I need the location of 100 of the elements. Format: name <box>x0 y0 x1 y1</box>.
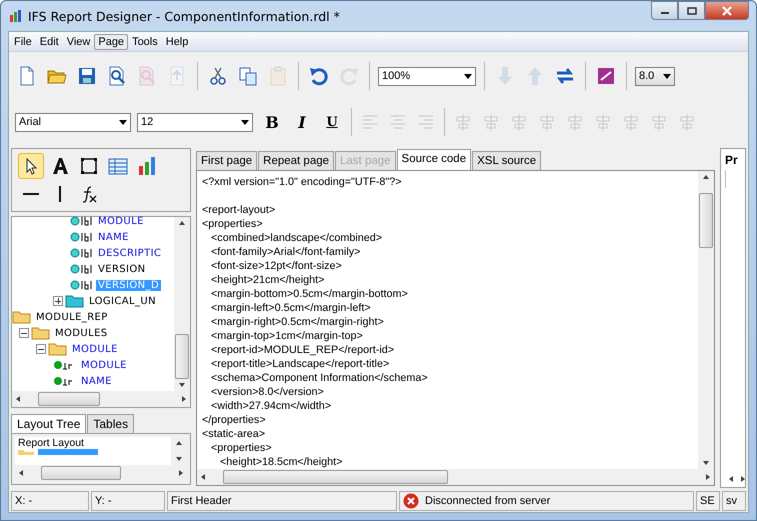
tree-item[interactable]: MODULES <box>53 328 110 338</box>
tab[interactable]: Source code <box>396 149 472 170</box>
tree-item[interactable]: MODULE_REP <box>34 312 110 322</box>
swap-icon[interactable] <box>555 66 575 86</box>
code-editor[interactable] <box>196 170 715 486</box>
scroll-up-icon[interactable] <box>703 175 709 179</box>
table-icon <box>108 156 128 176</box>
caret-icon <box>119 120 127 124</box>
collapse-icon[interactable] <box>36 344 46 354</box>
tree-item[interactable]: MODULE <box>70 344 120 354</box>
vertical-scrollbar[interactable] <box>174 217 190 391</box>
caret-icon <box>241 120 249 124</box>
scroll-down-icon[interactable] <box>703 461 709 465</box>
menu-item[interactable]: Page <box>94 34 128 50</box>
tree-item[interactable]: Report Layout <box>18 437 84 449</box>
menu-item[interactable]: View <box>62 34 94 50</box>
vertical-line-icon <box>59 186 61 202</box>
scroll-up-icon[interactable] <box>179 221 185 225</box>
vertical-scrollbar[interactable] <box>171 437 187 465</box>
undo-icon[interactable] <box>309 66 329 86</box>
scroll-left-icon[interactable] <box>16 396 20 402</box>
tree-item[interactable]: DESCRIPTIC <box>96 248 164 258</box>
preview-icon[interactable] <box>107 66 127 86</box>
close-button[interactable] <box>705 1 749 20</box>
language-code: sv <box>722 491 746 511</box>
close-icon <box>721 6 733 16</box>
field-icon <box>70 247 94 259</box>
field-icon <box>70 279 94 291</box>
scrollbar-thumb[interactable] <box>699 193 713 248</box>
scrollbar-thumb[interactable] <box>41 466 121 480</box>
maximize-icon <box>686 6 696 14</box>
logo-icon[interactable] <box>596 66 616 86</box>
folder-icon <box>18 449 34 455</box>
section-name: First Header <box>167 491 397 511</box>
zoom-dropdown[interactable]: 8.0 <box>635 66 675 86</box>
folder-icon <box>48 342 68 356</box>
scroll-right-icon[interactable] <box>182 396 186 402</box>
field-icon <box>70 231 94 243</box>
italic-button[interactable]: I <box>289 112 315 132</box>
minimize-button[interactable] <box>651 1 678 20</box>
panel-title: Pr <box>725 153 739 167</box>
y-coordinate: Y: - <box>91 491 165 511</box>
scroll-down-icon[interactable] <box>176 457 182 461</box>
cut-icon[interactable] <box>208 66 228 86</box>
folder-icon <box>12 310 32 324</box>
connection-status: Disconnected from server <box>425 495 550 507</box>
folder-icon <box>65 294 85 308</box>
field-icon <box>70 215 94 227</box>
zoom-dropdown[interactable]: 100% <box>378 66 476 86</box>
horizontal-scrollbar[interactable] <box>12 391 190 407</box>
x-coordinate: X: - <box>11 491 89 511</box>
source-code: <?xml version="1.0" encoding="UTF-8"?> <report-layout> <properties> <combined>landscape</combined> <font-family>Arial</font-family> <font-size>12pt</font-size> <height>21cm</height> <margin-bottom>0.5cm</margin-bottom> <margin-left>0.5cm</margin-left> <margin-right>0.5cm</margin-right> <margin-top>1cm</margin-top> <report-id>MODULE_REP</report-id> <report-title>Landscape</report-title> <schema>Component Information</schema> <version>8.0</version> <width>27.94cm</width> </properties> <static-area> <properties> <height>18.5cm</height> <box>201 175 429 469</box>
horizontal-line-icon <box>23 193 39 195</box>
region-code: SE <box>696 491 720 511</box>
rectangle-icon <box>79 156 99 176</box>
tree-item[interactable]: NAME <box>96 232 131 242</box>
tab[interactable]: Tables <box>87 414 134 433</box>
vertical-scrollbar[interactable] <box>698 171 714 469</box>
scroll-right-icon[interactable] <box>741 476 745 482</box>
menu-item[interactable]: File <box>10 34 36 50</box>
caret-icon <box>663 74 671 78</box>
tree-item[interactable]: LOGICAL_UN <box>87 296 158 306</box>
bold-button[interactable]: B <box>259 112 285 132</box>
scrollbar-thumb[interactable] <box>38 392 100 406</box>
scroll-right-icon[interactable] <box>706 474 710 480</box>
text-tool-icon <box>50 156 70 176</box>
field-icon <box>70 263 94 275</box>
scrollbar-thumb[interactable] <box>223 470 448 484</box>
font-size-dropdown[interactable]: 12 <box>137 112 253 132</box>
scroll-left-icon[interactable] <box>729 476 733 482</box>
save-icon[interactable] <box>77 66 97 86</box>
scroll-left-icon[interactable] <box>201 474 205 480</box>
bar-chart-icon <box>9 9 23 23</box>
scrollbar-thumb[interactable] <box>175 334 189 379</box>
copy-icon[interactable] <box>238 66 258 86</box>
folder-icon <box>31 326 51 340</box>
tab[interactable]: Layout Tree <box>11 414 86 433</box>
horizontal-scrollbar[interactable] <box>197 469 714 485</box>
selection-highlight <box>38 449 98 455</box>
tree-item[interactable]: VERSION <box>96 264 148 274</box>
tree-item[interactable]: NAME <box>79 376 114 386</box>
menu-item[interactable]: Help <box>162 34 192 50</box>
tab[interactable]: Repeat page <box>258 151 334 170</box>
tree-item[interactable]: MODULE <box>79 360 129 370</box>
maximize-button[interactable] <box>678 1 705 20</box>
caret-icon <box>464 74 472 78</box>
scroll-up-icon[interactable] <box>176 441 182 445</box>
menu-item[interactable]: Edit <box>36 34 63 50</box>
expand-icon[interactable] <box>53 296 63 306</box>
underline-button[interactable]: U <box>319 114 345 130</box>
scroll-right-icon[interactable] <box>179 470 183 476</box>
font-dropdown[interactable]: Arial <box>15 112 131 132</box>
tab[interactable]: First page <box>196 151 258 170</box>
scroll-left-icon[interactable] <box>19 470 23 476</box>
tool-button[interactable] <box>18 153 44 179</box>
scroll-down-icon[interactable] <box>179 383 185 387</box>
menu-item[interactable]: Tools <box>128 34 162 50</box>
tab[interactable]: XSL source <box>472 151 542 170</box>
tree-item[interactable]: MODULE <box>96 216 146 226</box>
collapse-icon[interactable] <box>19 328 29 338</box>
